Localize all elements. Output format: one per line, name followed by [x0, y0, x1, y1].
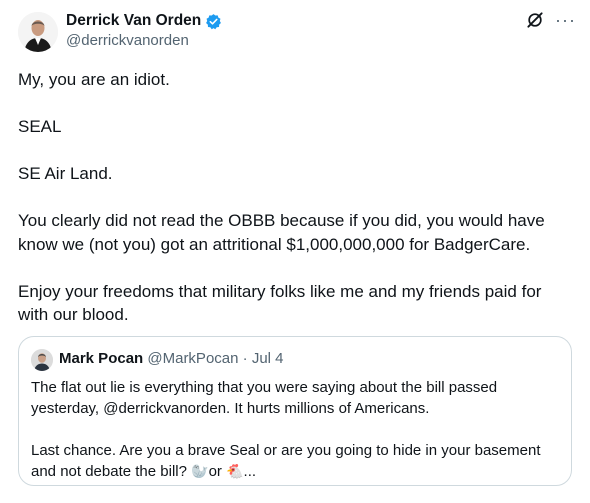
verified-badge-icon[interactable]	[205, 13, 222, 30]
tweet-paragraph: You clearly did not read the OBBB becaus…	[18, 211, 545, 254]
author-display-name[interactable]: Derrick Van Orden	[66, 12, 201, 30]
quoted-tweet-header: Mark Pocan @MarkPocan · Jul 4	[59, 350, 284, 367]
tweet: Derrick Van Orden @derrickvanorden ··· M…	[0, 0, 590, 492]
tweet-paragraph: SE Air Land.	[18, 164, 113, 183]
tweet-paragraph: Enjoy your freedoms that military folks …	[18, 281, 542, 325]
quoted-author-avatar-image	[31, 349, 53, 371]
or-word: or	[208, 463, 222, 480]
chicken-emoji: 🐔	[226, 463, 244, 479]
author-avatar-image	[18, 12, 58, 52]
quoted-paragraph: Last chance. Are you a brave Seal or are…	[31, 440, 559, 482]
author-avatar[interactable]	[18, 12, 58, 52]
grok-icon[interactable]	[525, 10, 545, 30]
truncation-ellipsis: ...	[243, 463, 257, 480]
quoted-author-avatar[interactable]	[31, 349, 53, 371]
tweet-paragraph: My, you are an idiot.	[18, 70, 170, 89]
seal-emoji: 🦭	[191, 463, 209, 479]
more-icon[interactable]: ···	[555, 10, 576, 30]
tweet-paragraph: SEAL	[18, 117, 62, 136]
quoted-tweet-text: The flat out lie is everything that you …	[31, 377, 559, 503]
quoted-tweet[interactable]: Mark Pocan @MarkPocan · Jul 4 The flat o…	[18, 336, 572, 486]
tweet-text: My, you are an idiot. SEAL SE Air Land. …	[18, 68, 574, 350]
quoted-paragraph: The flat out lie is everything that you …	[31, 379, 498, 417]
tweet-top-actions: ···	[525, 10, 576, 30]
quoted-author-handle[interactable]: @MarkPocan	[147, 350, 238, 367]
quoted-author-name[interactable]: Mark Pocan	[59, 350, 143, 367]
author-name-row: Derrick Van Orden	[66, 12, 222, 30]
author-handle[interactable]: @derrickvanorden	[66, 32, 189, 49]
quoted-tweet-date[interactable]: Jul 4	[252, 350, 284, 367]
header-separator: ·	[242, 350, 248, 367]
quoted-paragraph-text: Last chance. Are you a brave Seal or are…	[31, 442, 541, 480]
